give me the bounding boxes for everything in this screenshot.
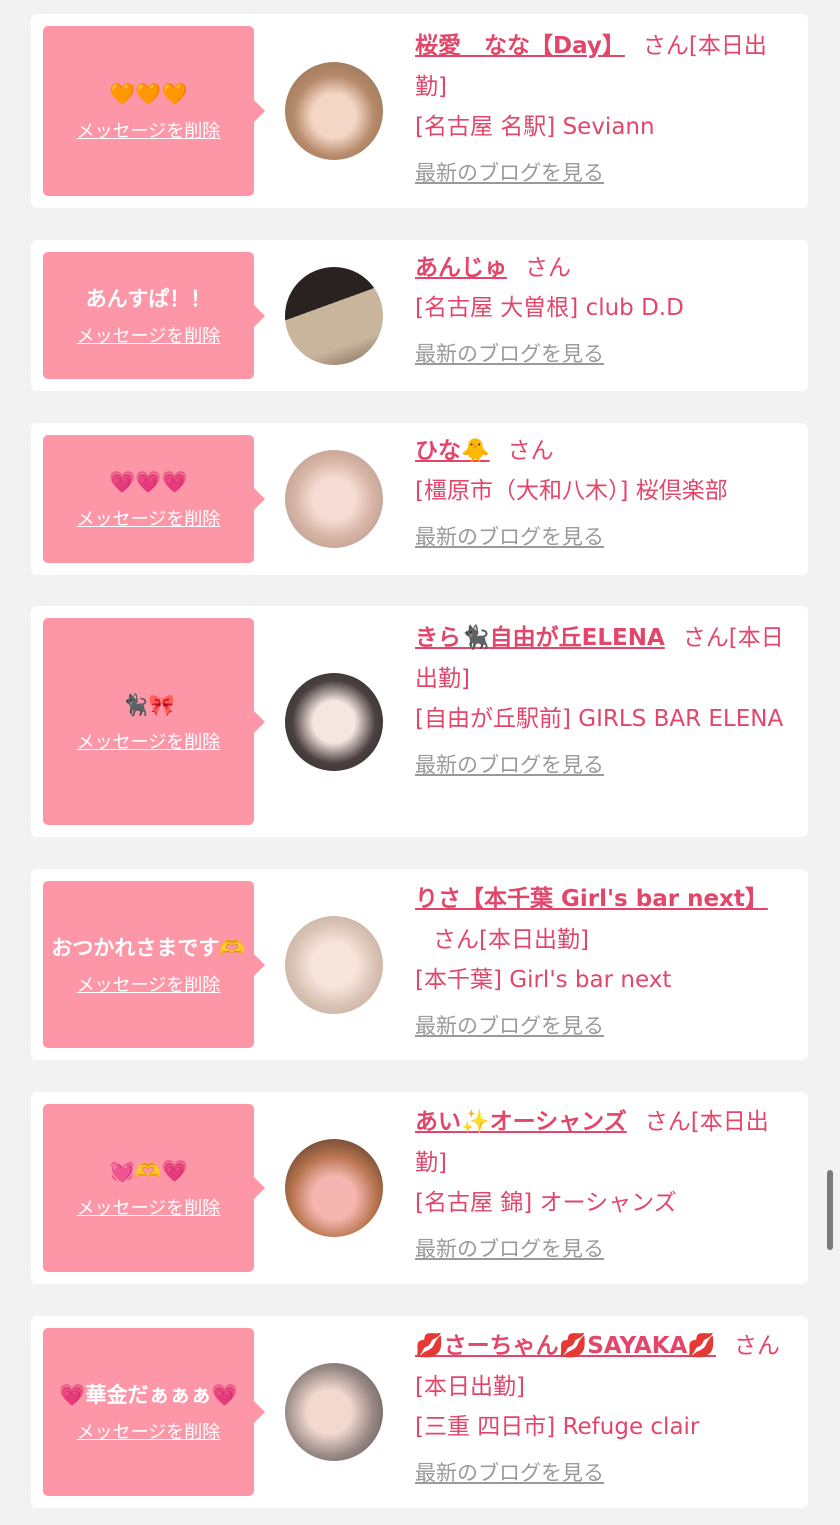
shop-location: [名古屋 大曽根] club D.D [415, 295, 684, 321]
message-text: 💓🫶💗 [109, 1159, 188, 1183]
profile-name-link[interactable]: きら🐈‍⬛自由が丘ELENA [415, 625, 665, 651]
delete-message-link[interactable]: メッセージを削除 [77, 1418, 221, 1444]
list-item: あんすぱ！！ メッセージを削除 あんじゅ さん [名古屋 大曽根] club D.… [31, 240, 808, 391]
latest-blog-link[interactable]: 最新のブログを見る [415, 1457, 604, 1487]
message-bubble: 💗💗💗 メッセージを削除 [43, 435, 265, 563]
profile-name-link[interactable]: あんじゅ [415, 255, 507, 281]
honorific: さん [642, 33, 689, 59]
shop-location: [名古屋 錦] オーシャンズ [415, 1190, 677, 1216]
list-item: おつかれさまです🫶 メッセージを削除 りさ【本千葉 Girl's bar nex… [31, 869, 808, 1060]
honorific: さん [682, 625, 729, 651]
message-bubble: 🐈‍⬛🎀 メッセージを削除 [43, 618, 265, 825]
message-bubble: 🧡🧡🧡 メッセージを削除 [43, 26, 265, 196]
delete-message-link[interactable]: メッセージを削除 [77, 505, 221, 531]
list-item: 💗華金だぁぁぁ💗 メッセージを削除 💋さーちゃん💋SAYAKA💋 さん [本日出勤]… [31, 1316, 808, 1508]
latest-blog-link[interactable]: 最新のブログを見る [415, 749, 604, 779]
honorific: さん [733, 1333, 780, 1359]
scrollbar[interactable] [827, 1170, 833, 1250]
delete-message-link[interactable]: メッセージを削除 [77, 971, 221, 997]
message-bubble: あんすぱ！！ メッセージを削除 [43, 252, 265, 379]
honorific: さん [507, 438, 554, 464]
message-bubble: 💗華金だぁぁぁ💗 メッセージを削除 [43, 1328, 265, 1496]
delete-message-link[interactable]: メッセージを削除 [77, 322, 221, 348]
message-bubble: 💓🫶💗 メッセージを削除 [43, 1104, 265, 1272]
honorific: さん [433, 927, 479, 953]
honorific: さん [525, 255, 571, 281]
shop-location: [名古屋 名駅] Seviann [415, 114, 655, 140]
profile-name-link[interactable]: 💋さーちゃん💋SAYAKA💋 [415, 1333, 716, 1359]
delete-message-link[interactable]: メッセージを削除 [77, 117, 221, 143]
avatar[interactable] [285, 450, 383, 548]
latest-blog-link[interactable]: 最新のブログを見る [415, 1233, 604, 1263]
avatar[interactable] [285, 1139, 383, 1237]
message-text: おつかれさまです🫶 [51, 935, 246, 960]
delete-message-link[interactable]: メッセージを削除 [77, 1194, 221, 1220]
latest-blog-link[interactable]: 最新のブログを見る [415, 157, 604, 187]
profile-name-link[interactable]: 桜愛 なな【Day】 [415, 33, 625, 59]
message-text: あんすぱ！！ [85, 286, 212, 311]
avatar[interactable] [285, 267, 383, 365]
latest-blog-link[interactable]: 最新のブログを見る [415, 521, 604, 551]
avatar[interactable] [285, 62, 383, 160]
list-item: 💗💗💗 メッセージを削除 ひな🐥 さん [橿原市（大和八木）] 桜倶楽部 最新のブ… [31, 423, 808, 575]
status-text: [本日出勤] [415, 1374, 525, 1400]
avatar[interactable] [285, 1363, 383, 1461]
list-item: 💓🫶💗 メッセージを削除 あい✨オーシャンズ さん[本日出勤] [名古屋 錦] オ… [31, 1092, 808, 1284]
honorific: さん [644, 1109, 691, 1135]
status-text: [本日出勤] [479, 927, 589, 953]
shop-location: [本千葉] Girl's bar next [415, 967, 672, 993]
profile-name-link[interactable]: りさ【本千葉 Girl's bar next】 [415, 886, 768, 912]
shop-location: [自由が丘駅前] GIRLS BAR ELENA [415, 706, 784, 732]
latest-blog-link[interactable]: 最新のブログを見る [415, 338, 604, 368]
message-text: 🧡🧡🧡 [109, 82, 188, 106]
profile-name-link[interactable]: あい✨オーシャンズ [415, 1109, 627, 1135]
latest-blog-link[interactable]: 最新のブログを見る [415, 1010, 604, 1040]
message-text: 🐈‍⬛🎀 [122, 692, 175, 717]
shop-location: [三重 四日市] Refuge clair [415, 1414, 700, 1440]
shop-location: [橿原市（大和八木）] 桜倶楽部 [415, 478, 728, 504]
message-text: 💗💗💗 [109, 470, 188, 494]
avatar[interactable] [285, 673, 383, 771]
avatar[interactable] [285, 916, 383, 1014]
message-list: 🧡🧡🧡 メッセージを削除 桜愛 なな【Day】 さん[本日出勤] [名古屋 名駅]… [0, 0, 840, 1525]
list-item: 🧡🧡🧡 メッセージを削除 桜愛 なな【Day】 さん[本日出勤] [名古屋 名駅]… [31, 14, 808, 208]
message-text: 💗華金だぁぁぁ💗 [59, 1383, 238, 1407]
profile-name-link[interactable]: ひな🐥 [415, 438, 490, 464]
list-item: 🐈‍⬛🎀 メッセージを削除 きら🐈‍⬛自由が丘ELENA さん[本日出勤] [自由… [31, 606, 808, 837]
message-bubble: おつかれさまです🫶 メッセージを削除 [43, 881, 265, 1048]
delete-message-link[interactable]: メッセージを削除 [77, 728, 221, 754]
